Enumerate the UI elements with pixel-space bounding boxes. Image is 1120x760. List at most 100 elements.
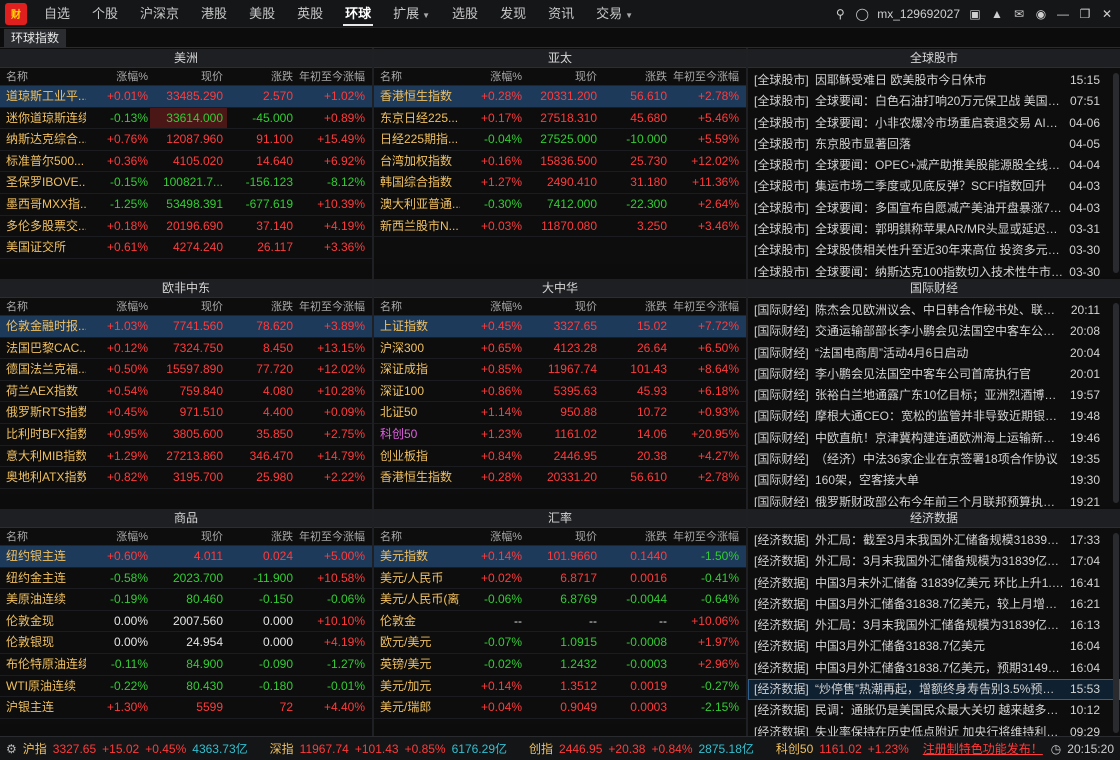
- nav-item-8[interactable]: 选股: [441, 0, 489, 28]
- mail-icon[interactable]: ✉: [1012, 7, 1026, 21]
- message-icon[interactable]: ▣: [968, 7, 982, 21]
- table-row[interactable]: 荷兰AEX指数 +0.54% 759.840 4.080 +10.28%: [0, 381, 372, 403]
- status-index-name[interactable]: 科创50: [776, 740, 813, 757]
- shirt-icon[interactable]: ▲: [990, 7, 1004, 21]
- table-row[interactable]: 美元/加元 +0.14% 1.3512 0.0019 -0.27%: [374, 676, 746, 698]
- news-item[interactable]: [全球股市] 东京股市显著回落 04-05: [748, 134, 1120, 155]
- news-item[interactable]: [全球股市] 全球要闻：OPEC+减产助推美股能源股全线大涨... 04-04: [748, 155, 1120, 176]
- nav-item-6[interactable]: 环球: [334, 0, 382, 28]
- news-item[interactable]: [经济数据] 失业率保持在历史低点附近 加央行将维持利率不变 09:29: [748, 722, 1120, 736]
- news-item[interactable]: [经济数据] “炒停售”热潮再起，增额终身寿告别3.5%预定利... 15:53: [748, 679, 1120, 701]
- table-row[interactable]: 俄罗斯RTS指数 +0.45% 971.510 4.400 +0.09%: [0, 402, 372, 424]
- table-row[interactable]: 圣保罗IBOVE... -0.15% 100821.7... -156.123 -8.1…: [0, 172, 372, 194]
- table-row[interactable]: 布伦特原油连续 -0.11% 84.900 -0.090 -1.27%: [0, 654, 372, 676]
- news-item[interactable]: [经济数据] 中国3月外汇储备31838.7亿美元，较上月增多500... 16:2…: [748, 594, 1120, 615]
- status-index-name[interactable]: 沪指: [23, 740, 47, 757]
- news-item[interactable]: [经济数据] 中国3月外汇储备31838.7亿美元，预期31490亿美... 16:…: [748, 658, 1120, 679]
- table-row[interactable]: 德国法兰克福... +0.50% 15597.890 77.720 +12.02%: [0, 359, 372, 381]
- news-item[interactable]: [全球股市] 因耶稣受难日 欧美股市今日休市 15:15: [748, 70, 1120, 91]
- nav-item-9[interactable]: 发现: [489, 0, 537, 28]
- news-item[interactable]: [国际财经] 160架，空客接大单 19:30: [748, 470, 1120, 491]
- nav-item-2[interactable]: 沪深京: [129, 0, 190, 28]
- news-item[interactable]: [国际财经] 陈杰会见欧洲议会、中日韩合作秘书处、联合国环... 20:11: [748, 300, 1120, 321]
- table-row[interactable]: 标准普尔500... +0.36% 4105.020 14.640 +6.92%: [0, 151, 372, 173]
- table-row[interactable]: 上证指数 +0.45% 3327.65 15.02 +7.72%: [374, 316, 746, 338]
- table-row[interactable]: 韩国综合指数 +1.27% 2490.410 31.180 +11.36%: [374, 172, 746, 194]
- table-row[interactable]: 迷你道琼斯连续 -0.13% 33614.000 -45.000 +0.89%: [0, 107, 372, 130]
- table-row[interactable]: 美元/人民币 +0.02% 6.8717 0.0016 -0.41%: [374, 568, 746, 590]
- bell-icon[interactable]: ◉: [1034, 7, 1048, 21]
- settings-icon[interactable]: ⚙: [6, 742, 17, 756]
- scrollbar[interactable]: [1113, 533, 1119, 733]
- table-row[interactable]: 伦敦金现 0.00% 2007.560 0.000 +10.10%: [0, 611, 372, 633]
- app-logo[interactable]: 财: [5, 2, 27, 25]
- table-row[interactable]: 伦敦金 -- -- -- +10.06%: [374, 611, 746, 633]
- restore-icon[interactable]: ❐: [1078, 7, 1092, 21]
- table-row[interactable]: 美元/人民币(离) -0.06% 6.8769 -0.0044 -0.64%: [374, 589, 746, 611]
- news-item[interactable]: [国际财经] 摩根大通CEO：宽松的监管并非导致近期银行业倒... 19:48: [748, 406, 1120, 427]
- news-item[interactable]: [经济数据] 外汇局：3月末我国外汇储备规模为31839亿美元 16:13: [748, 615, 1120, 636]
- news-item[interactable]: [经济数据] 中国3月末外汇储备 31839亿美元 环比上升1.62% 16:41: [748, 573, 1120, 594]
- table-row[interactable]: 比利时BFX指数 +0.95% 3805.600 35.850 +2.75%: [0, 424, 372, 446]
- news-item[interactable]: [经济数据] 外汇局：截至3月末我国外汇储备规模31839亿美元 17:33: [748, 530, 1120, 551]
- table-row[interactable]: 沪银主连 +1.30% 5599 72 +4.40%: [0, 697, 372, 719]
- status-index-name[interactable]: 创指: [529, 740, 553, 757]
- news-item[interactable]: [经济数据] 外汇局：3月末我国外汇储备规模为31839亿美元 17:04: [748, 551, 1120, 572]
- search-icon[interactable]: ⚲: [833, 7, 847, 21]
- news-item[interactable]: [经济数据] 中国3月外汇储备31838.7亿美元 16:04: [748, 636, 1120, 657]
- nav-item-3[interactable]: 港股: [190, 0, 238, 28]
- table-row[interactable]: 深证100 +0.86% 5395.63 45.93 +6.18%: [374, 381, 746, 403]
- table-row[interactable]: 奥地利ATX指数 +0.82% 3195.700 25.980 +2.22%: [0, 467, 372, 489]
- status-index-name[interactable]: 深指: [270, 740, 294, 757]
- news-item[interactable]: [全球股市] 集运市场二季度或见底反弹？SCFI指数回升 04-03: [748, 176, 1120, 197]
- minimize-icon[interactable]: —: [1056, 7, 1070, 21]
- close-icon[interactable]: ✕: [1100, 7, 1114, 21]
- news-item[interactable]: [国际财经] （经济）中法36家企业在京签署18项合作协议 19:35: [748, 449, 1120, 470]
- table-row[interactable]: 纽约金主连 -0.58% 2023.700 -11.900 +10.58%: [0, 568, 372, 590]
- table-row[interactable]: 香港恒生指数 +0.28% 20331.200 56.610 +2.78%: [374, 86, 746, 108]
- table-row[interactable]: 伦敦金融时报... +1.03% 7741.560 78.620 +3.89%: [0, 316, 372, 338]
- user-icon[interactable]: ◯: [855, 7, 869, 21]
- table-row[interactable]: 美元/瑞郎 +0.04% 0.9049 0.0003 -2.15%: [374, 697, 746, 719]
- news-item[interactable]: [经济数据] 民调：通胀仍是美国民众最大关切 越来越多人担... 10:12: [748, 700, 1120, 721]
- news-item[interactable]: [全球股市] 全球股债相关性升至近30年来高位 投资多元化遭... 03-30: [748, 240, 1120, 261]
- news-item[interactable]: [国际财经] “法国电商周”活动4月6日启动 20:04: [748, 343, 1120, 364]
- table-row[interactable]: 北证50 +1.14% 950.88 10.72 +0.93%: [374, 402, 746, 424]
- nav-item-7[interactable]: 扩展 ▼: [382, 0, 441, 28]
- news-item[interactable]: [国际财经] 中欧直航！京津冀构建连通欧洲海上运输新通道 19:46: [748, 428, 1120, 449]
- nav-item-11[interactable]: 交易 ▼: [585, 0, 644, 28]
- table-row[interactable]: WTI原油连续 -0.22% 80.430 -0.180 -0.01%: [0, 676, 372, 698]
- table-row[interactable]: 美元指数 +0.14% 101.9660 0.1440 -1.50%: [374, 546, 746, 568]
- news-item[interactable]: [国际财经] 李小鹏会见法国空中客车公司首席执行官 20:01: [748, 364, 1120, 385]
- table-row[interactable]: 纳斯达克综合... +0.76% 12087.960 91.100 +15.49%: [0, 129, 372, 151]
- table-row[interactable]: 道琼斯工业平... +0.01% 33485.290 2.570 +1.02%: [0, 86, 372, 108]
- news-item[interactable]: [全球股市] 全球要闻：郭明錤称苹果AR/MR头显或延迟发布... 03-31: [748, 219, 1120, 240]
- scrollbar[interactable]: [1113, 73, 1119, 273]
- username[interactable]: mx_129692027: [877, 7, 960, 21]
- news-item[interactable]: [国际财经] 俄罗斯财政部公布今年前三个月联邦预算执行的初... 19:21: [748, 492, 1120, 507]
- table-row[interactable]: 台湾加权指数 +0.16% 15836.500 25.730 +12.02%: [374, 151, 746, 173]
- table-row[interactable]: 沪深300 +0.65% 4123.28 26.64 +6.50%: [374, 338, 746, 360]
- scrollbar[interactable]: [1113, 303, 1119, 503]
- nav-item-5[interactable]: 英股: [286, 0, 334, 28]
- table-row[interactable]: 伦敦银现 0.00% 24.954 0.000 +4.19%: [0, 632, 372, 654]
- table-row[interactable]: 法国巴黎CAC... +0.12% 7324.750 8.450 +13.15%: [0, 338, 372, 360]
- nav-item-10[interactable]: 资讯: [537, 0, 585, 28]
- news-item[interactable]: [国际财经] 交通运输部部长李小鹏会见法国空中客车公司首席... 20:08: [748, 321, 1120, 342]
- table-row[interactable]: 创业板指 +0.84% 2446.95 20.38 +4.27%: [374, 446, 746, 468]
- table-row[interactable]: 科创50 +1.23% 1161.02 14.06 +20.95%: [374, 424, 746, 446]
- table-row[interactable]: 日经225期指... -0.04% 27525.000 -10.000 +5.59%: [374, 129, 746, 151]
- table-row[interactable]: 墨西哥MXX指... -1.25% 53498.391 -677.619 +10.39%: [0, 194, 372, 216]
- news-item[interactable]: [全球股市] 全球要闻：纳斯达克100指数切入技术性牛市 苹果... 03-30: [748, 262, 1120, 277]
- table-row[interactable]: 东京日经225... +0.17% 27518.310 45.680 +5.46%: [374, 108, 746, 130]
- nav-item-1[interactable]: 个股: [81, 0, 129, 28]
- tab-global-indices[interactable]: 环球指数: [4, 29, 67, 48]
- news-item[interactable]: [全球股市] 全球要闻：多国宣布自愿减产美油开盘暴涨7% 本... 04-03: [748, 198, 1120, 219]
- table-row[interactable]: 美原油连续 -0.19% 80.460 -0.150 -0.06%: [0, 589, 372, 611]
- table-row[interactable]: 新西兰股市N... +0.03% 11870.080 3.250 +3.46%: [374, 216, 746, 238]
- notice-link[interactable]: 注册制特色功能发布！: [923, 740, 1043, 757]
- table-row[interactable]: 纽约银主连 +0.60% 4.011 0.024 +5.00%: [0, 546, 372, 568]
- table-row[interactable]: 欧元/美元 -0.07% 1.0915 -0.0008 +1.97%: [374, 632, 746, 654]
- news-item[interactable]: [全球股市] 全球要闻：白色石油打响20万元保卫战 美国将推... 07:51: [748, 91, 1120, 112]
- news-item[interactable]: [国际财经] 张裕白兰地通露广东10亿目标；亚洲烈酒博势显著 19:57: [748, 385, 1120, 406]
